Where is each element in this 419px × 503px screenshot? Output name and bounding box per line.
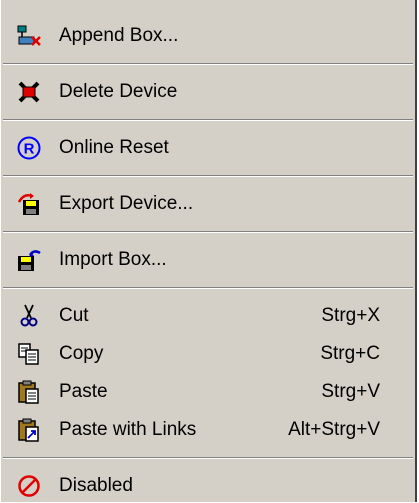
menu-item-label: Copy	[59, 343, 104, 364]
menu-item-shortcut: Alt+Strg+V	[288, 419, 380, 440]
menu-separator	[3, 175, 413, 177]
menu-item-disabled[interactable]: Disabled	[0, 469, 415, 503]
menu-item-label: Import Box...	[59, 249, 167, 270]
menu-item-label: Cut	[59, 305, 89, 326]
menu-item-shortcut: Strg+X	[321, 305, 380, 326]
menu-item-label: Delete Device	[59, 81, 178, 102]
append-box-icon	[16, 23, 42, 49]
menu-item-shortcut: Strg+C	[320, 343, 380, 364]
menu-item-label: Export Device...	[59, 193, 194, 214]
menu-item-online-reset[interactable]: R Online Reset	[0, 131, 415, 165]
delete-device-icon	[16, 79, 42, 105]
export-device-icon	[16, 191, 42, 217]
menu-item-label: Paste	[59, 381, 108, 402]
menu-item-shortcut: Strg+V	[321, 381, 380, 402]
scissors-icon	[16, 303, 42, 329]
paste-with-links-icon	[16, 417, 42, 443]
menu-item-paste[interactable]: Paste Strg+V	[0, 375, 415, 409]
menu-separator	[3, 63, 413, 65]
online-reset-icon: R	[16, 135, 42, 161]
menu-item-delete-device[interactable]: Delete Device	[0, 75, 415, 109]
import-box-icon	[16, 247, 42, 273]
menu-item-label: Append Box...	[59, 25, 179, 46]
menu-item-append-box[interactable]: Append Box...	[0, 19, 415, 53]
menu-item-cut[interactable]: Cut Strg+X	[0, 299, 415, 333]
menu-item-label: Online Reset	[59, 137, 169, 158]
menu-item-paste-with-links[interactable]: Paste with Links Alt+Strg+V	[0, 413, 415, 447]
svg-text:R: R	[24, 141, 35, 158]
menu-item-copy[interactable]: Copy Strg+C	[0, 337, 415, 371]
menu-separator	[3, 287, 413, 289]
menu-item-label: Disabled	[59, 475, 133, 496]
menu-item-label: Paste with Links	[59, 419, 197, 440]
menu-item-import-box[interactable]: Import Box...	[0, 243, 415, 277]
copy-icon	[16, 341, 42, 367]
menu-separator	[3, 457, 413, 459]
paste-icon	[16, 379, 42, 405]
disabled-icon	[16, 473, 42, 499]
menu-item-export-device[interactable]: Export Device...	[0, 187, 415, 221]
context-menu: Append Box... Delete Device R Online Res…	[0, 0, 417, 502]
menu-separator	[3, 231, 413, 233]
menu-separator	[3, 119, 413, 121]
